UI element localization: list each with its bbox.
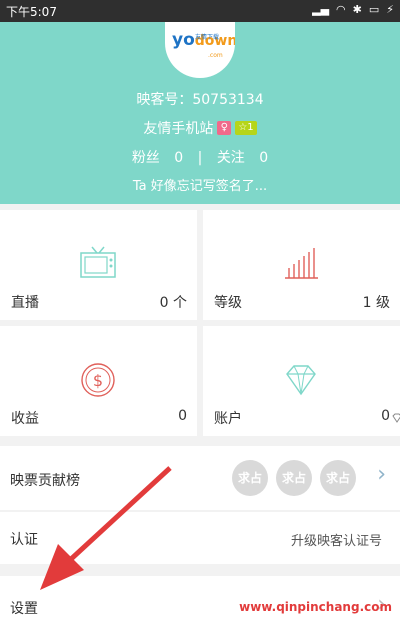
fans-label[interactable]: 粉丝 [132, 150, 160, 166]
rank-avatar-placeholder[interactable]: 求占 [232, 460, 268, 496]
wifi-icon: ◠ [336, 3, 346, 16]
contribution-row[interactable]: 映票贡献榜 求占 求占 求占 › [0, 446, 400, 510]
verify-row[interactable]: 认证 升级映客认证号 [0, 512, 400, 564]
name-row: 友情手机站 ♀ ☆1 [0, 118, 400, 138]
signal-icon: ▂▄ [312, 3, 330, 16]
dollar-coin-icon: $ [81, 363, 115, 397]
user-name: 友情手机站 [143, 121, 214, 137]
fans-count[interactable]: 0 [174, 150, 183, 166]
fans-follow-row: 粉丝 0 | 关注 0 [0, 147, 400, 167]
gender-female-icon: ♀ [217, 121, 232, 135]
divider: | [197, 150, 203, 166]
bluetooth-icon: ✱ [352, 3, 362, 16]
level-badge: ☆1 [235, 121, 257, 135]
level-bars-icon [285, 248, 318, 279]
grid-item-account[interactable]: 账户 0 [203, 326, 400, 436]
grid-value: 0 个 [159, 295, 187, 311]
status-time: 下午5:07 [6, 5, 57, 19]
contribution-label: 映票贡献榜 [10, 473, 80, 489]
chevron-right-icon[interactable]: › [377, 462, 386, 487]
verify-value: 升级映客认证号 [290, 534, 382, 549]
watermark: www.qinpinchang.com [239, 600, 392, 614]
tv-icon [80, 246, 116, 278]
user-id: 映客号：50753134 [136, 92, 264, 108]
logo-subtext: 友情下载 [195, 34, 220, 41]
verify-label: 认证 [10, 532, 38, 548]
status-icons: ▂▄ ◠ ✱ ▭ ⚡ [312, 3, 394, 16]
grid-item-level[interactable]: 等级 1 级 [203, 210, 400, 320]
charging-icon: ⚡ [386, 3, 394, 16]
grid-item-live[interactable]: 直播 0 个 [0, 210, 197, 320]
profile-header: yodown 友情下载 .com 映客号：50753134 友情手机站 ♀ ☆1… [0, 22, 400, 204]
follow-count[interactable]: 0 [259, 150, 268, 166]
logo-com: .com [208, 52, 223, 59]
battery-icon: ▭ [368, 3, 380, 16]
small-diamond-icon [392, 413, 400, 423]
grid-item-income[interactable]: $ 收益 0 [0, 326, 197, 436]
grid-value: 1 级 [362, 295, 390, 311]
grid-label: 收益 [11, 411, 39, 427]
rank-avatar-placeholder[interactable]: 求占 [320, 460, 356, 496]
rank-avatar-placeholder[interactable]: 求占 [276, 460, 312, 496]
grid-label: 直播 [11, 295, 39, 311]
follow-label[interactable]: 关注 [217, 150, 245, 166]
svg-text:$: $ [93, 371, 103, 390]
grid-label: 账户 [214, 411, 242, 427]
diamond-icon [286, 365, 316, 396]
stats-grid: 直播 0 个 等级 1 级 $ 收益 0 账户 0 [0, 210, 400, 436]
settings-label: 设置 [10, 601, 38, 617]
grid-value: 0 [178, 408, 187, 424]
status-bar: 下午5:07 ▂▄ ◠ ✱ ▭ ⚡ [0, 0, 400, 22]
signature: Ta 好像忘记写签名了... [132, 179, 268, 194]
grid-value: 0 [381, 408, 390, 424]
avatar[interactable]: yodown 友情下载 .com [165, 22, 235, 78]
grid-label: 等级 [214, 295, 242, 311]
